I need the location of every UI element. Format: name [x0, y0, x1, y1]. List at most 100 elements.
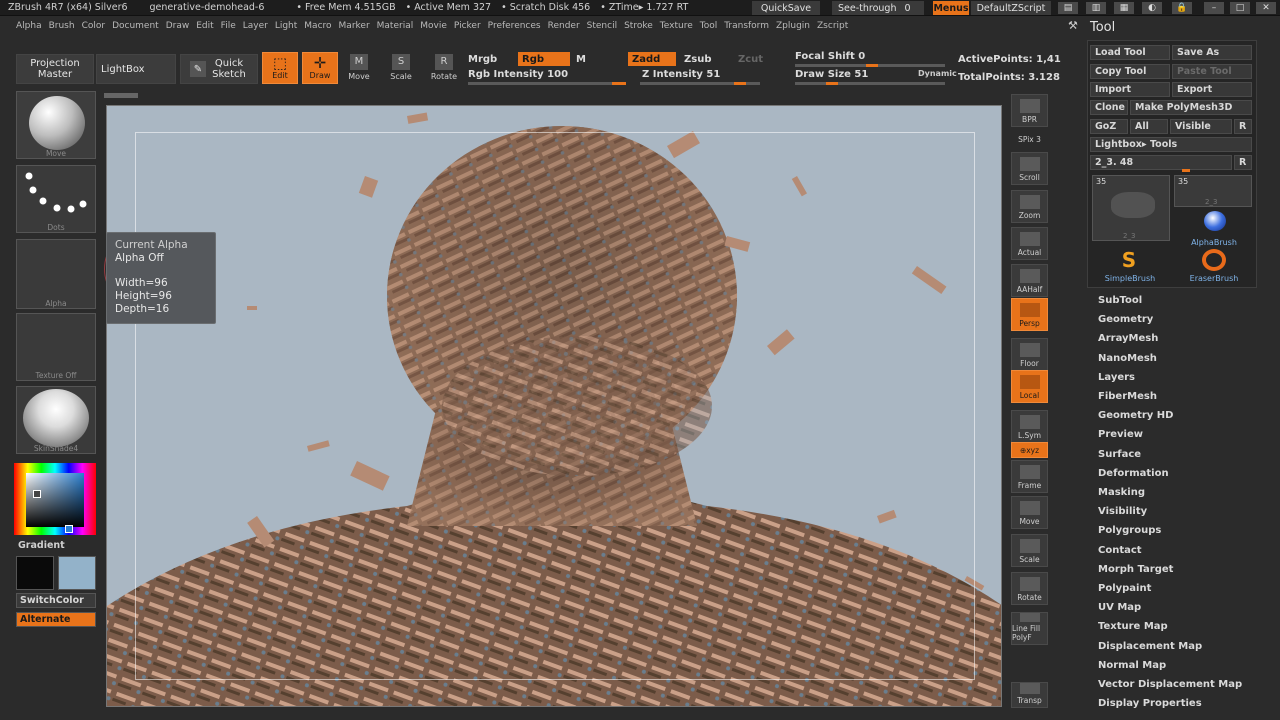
default-zscript-button[interactable]: DefaultZScript — [971, 1, 1051, 15]
quicksave-button[interactable]: QuickSave — [752, 1, 820, 15]
menu-zplugin[interactable]: Zplugin — [776, 21, 810, 31]
shelf-xyz-button[interactable]: ⊕xyz — [1011, 442, 1048, 458]
section-polygroups[interactable]: Polygroups — [1098, 525, 1161, 536]
clone-button[interactable]: Clone — [1090, 100, 1128, 115]
menu-tool[interactable]: Tool — [700, 21, 717, 31]
copy-tool-button[interactable]: Copy Tool — [1090, 64, 1170, 79]
rgb-intensity-slider[interactable]: Rgb Intensity 100 — [468, 69, 568, 80]
section-displacement-map[interactable]: Displacement Map — [1098, 641, 1202, 652]
menu-alpha[interactable]: Alpha — [16, 21, 42, 31]
section-geometry[interactable]: Geometry — [1098, 314, 1153, 325]
lightbox-tools-button[interactable]: Lightbox▸ Tools — [1090, 137, 1252, 152]
eraserbrush-icon[interactable] — [1202, 249, 1226, 271]
quick-sketch-button[interactable]: ✎ Quick Sketch — [180, 54, 258, 84]
menu-transform[interactable]: Transform — [724, 21, 769, 31]
menu-stencil[interactable]: Stencil — [587, 21, 617, 31]
menu-marker[interactable]: Marker — [339, 21, 370, 31]
draw-size-slider[interactable]: Draw Size 51 — [795, 69, 868, 80]
maximize-icon[interactable]: □ — [1230, 2, 1250, 14]
material-selector[interactable]: SkinShade4 — [16, 386, 96, 454]
menu-material[interactable]: Material — [377, 21, 414, 31]
rotate-button[interactable]: R Rotate — [428, 52, 460, 84]
save-as-button[interactable]: Save As — [1172, 45, 1252, 60]
load-tool-button[interactable]: Load Tool — [1090, 45, 1170, 60]
current-tool-r-button[interactable]: R — [1234, 155, 1252, 170]
menu-edit[interactable]: Edit — [196, 21, 213, 31]
shelf-local-button[interactable]: Local — [1011, 370, 1048, 403]
palette-icon[interactable]: ◐ — [1142, 2, 1162, 14]
lightbox-button[interactable]: LightBox — [96, 54, 176, 84]
section-preview[interactable]: Preview — [1098, 429, 1143, 440]
tool-thumb-2[interactable]: 35 2_3 — [1174, 175, 1252, 207]
section-morph-target[interactable]: Morph Target — [1098, 564, 1173, 575]
shelf-floor-button[interactable]: Floor — [1011, 338, 1048, 371]
section-vector-displacement-map[interactable]: Vector Displacement Map — [1098, 679, 1242, 690]
move-button[interactable]: M Move — [344, 52, 374, 84]
menu-light[interactable]: Light — [275, 21, 297, 31]
z-intensity-slider[interactable]: Z Intensity 51 — [642, 69, 720, 80]
menu-color[interactable]: Color — [82, 21, 106, 31]
layout3-icon[interactable]: ▦ — [1114, 2, 1134, 14]
shelf-polyf-button[interactable]: Line Fill PolyF — [1011, 612, 1048, 645]
section-texture-map[interactable]: Texture Map — [1098, 621, 1168, 632]
shelf-transp-button[interactable]: Transp — [1011, 682, 1048, 708]
focal-shift-slider[interactable]: Focal Shift 0 — [795, 51, 865, 62]
scale-button[interactable]: S Scale — [386, 52, 416, 84]
shelf-frame-button[interactable]: Frame — [1011, 460, 1048, 493]
shelf-spix-button[interactable]: SPix 3 — [1011, 132, 1048, 146]
hue-cursor[interactable] — [65, 525, 73, 533]
shelf-actual-button[interactable]: Actual — [1011, 227, 1048, 260]
section-uv-map[interactable]: UV Map — [1098, 602, 1141, 613]
menu-preferences[interactable]: Preferences — [488, 21, 541, 31]
layout-icon[interactable]: ▤ — [1058, 2, 1078, 14]
menu-draw[interactable]: Draw — [166, 21, 190, 31]
see-through-slider[interactable]: See-through 0 — [832, 1, 924, 15]
menu-stroke[interactable]: Stroke — [624, 21, 653, 31]
current-tool-slider[interactable]: 2_3. 48 — [1090, 155, 1232, 170]
all-button[interactable]: All — [1130, 119, 1168, 134]
section-surface[interactable]: Surface — [1098, 449, 1141, 460]
menu-render[interactable]: Render — [548, 21, 580, 31]
projection-master-button[interactable]: Projection Master — [16, 54, 94, 84]
make-polymesh-button[interactable]: Make PolyMesh3D — [1130, 100, 1252, 115]
primary-color-swatch[interactable] — [16, 556, 54, 590]
brush-selector[interactable]: Move — [16, 91, 96, 159]
secondary-color-swatch[interactable] — [58, 556, 96, 590]
goz-button[interactable]: GoZ — [1090, 119, 1128, 134]
menu-movie[interactable]: Movie — [420, 21, 447, 31]
close-icon[interactable]: ✕ — [1256, 2, 1276, 14]
rgb-button[interactable]: Rgb — [518, 52, 570, 66]
shelf-zoom-button[interactable]: Zoom — [1011, 190, 1048, 223]
edit-button[interactable]: ⬚ Edit — [262, 52, 298, 84]
section-normal-map[interactable]: Normal Map — [1098, 660, 1166, 671]
dynamic-toggle[interactable]: Dynamic — [918, 69, 957, 78]
shelf-scale-button[interactable]: Scale — [1011, 534, 1048, 567]
section-polypaint[interactable]: Polypaint — [1098, 583, 1151, 594]
paste-tool-button[interactable]: Paste Tool — [1172, 64, 1252, 79]
stroke-selector[interactable]: Dots — [16, 165, 96, 233]
switch-color-button[interactable]: SwitchColor — [16, 593, 96, 608]
tool-thumb-1[interactable]: 35 2_3 — [1092, 175, 1170, 241]
menu-brush[interactable]: Brush — [49, 21, 75, 31]
draw-button[interactable]: ✛ Draw — [302, 52, 338, 84]
section-fibermesh[interactable]: FiberMesh — [1098, 391, 1157, 402]
gradient-label[interactable]: Gradient — [18, 540, 65, 551]
shelf-render-button[interactable]: BPR — [1011, 94, 1048, 127]
section-display-properties[interactable]: Display Properties — [1098, 698, 1202, 709]
visible-button[interactable]: Visible — [1170, 119, 1232, 134]
shelf-lsym-button[interactable]: L.Sym — [1011, 410, 1048, 443]
m-button[interactable]: M — [576, 54, 586, 65]
export-button[interactable]: Export — [1172, 82, 1252, 97]
section-geometry-hd[interactable]: Geometry HD — [1098, 410, 1173, 421]
zadd-button[interactable]: Zadd — [628, 52, 676, 66]
alphabrush-icon[interactable] — [1204, 211, 1226, 231]
menu-texture[interactable]: Texture — [660, 21, 693, 31]
shelf-hand-button[interactable]: Scroll — [1011, 152, 1048, 185]
section-deformation[interactable]: Deformation — [1098, 468, 1169, 479]
zsub-button[interactable]: Zsub — [684, 54, 711, 65]
shelf-aahalf-button[interactable]: AAHalf — [1011, 264, 1048, 297]
alpha-selector[interactable]: Alpha — [16, 239, 96, 309]
zcut-button[interactable]: Zcut — [738, 54, 763, 65]
menu-file[interactable]: File — [221, 21, 236, 31]
shelf-move-button[interactable]: Move — [1011, 496, 1048, 529]
